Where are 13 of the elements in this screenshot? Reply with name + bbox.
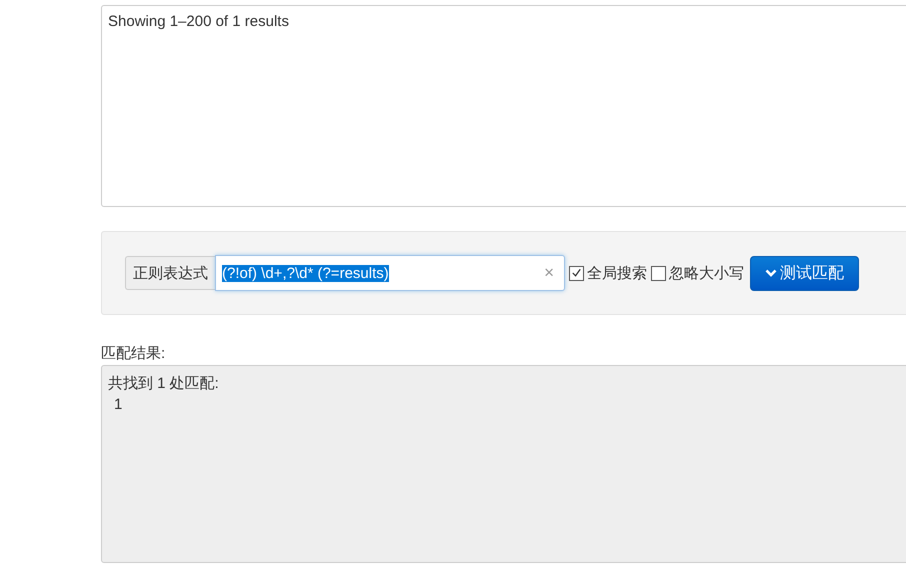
test-match-button[interactable]: 测试匹配 [750,256,859,290]
option-label: 全局搜索 [587,264,647,282]
checkbox[interactable] [569,266,584,280]
match-item: 1 [113,396,124,413]
regex-label: 正则表达式 [125,256,215,290]
checkbox[interactable] [651,266,666,280]
option-label: 忽略大小写 [669,264,744,282]
source-text-area[interactable]: Showing 1–200 of 1 results [101,5,906,207]
result-label: 匹配结果: [101,344,166,363]
match-summary: 共找到 1 处匹配: [108,374,220,393]
chevron-down-icon [765,268,777,278]
regex-input-field[interactable]: (?!of) \d+,?\d* (?=results) × [215,255,565,291]
clear-button[interactable]: × [540,263,558,283]
